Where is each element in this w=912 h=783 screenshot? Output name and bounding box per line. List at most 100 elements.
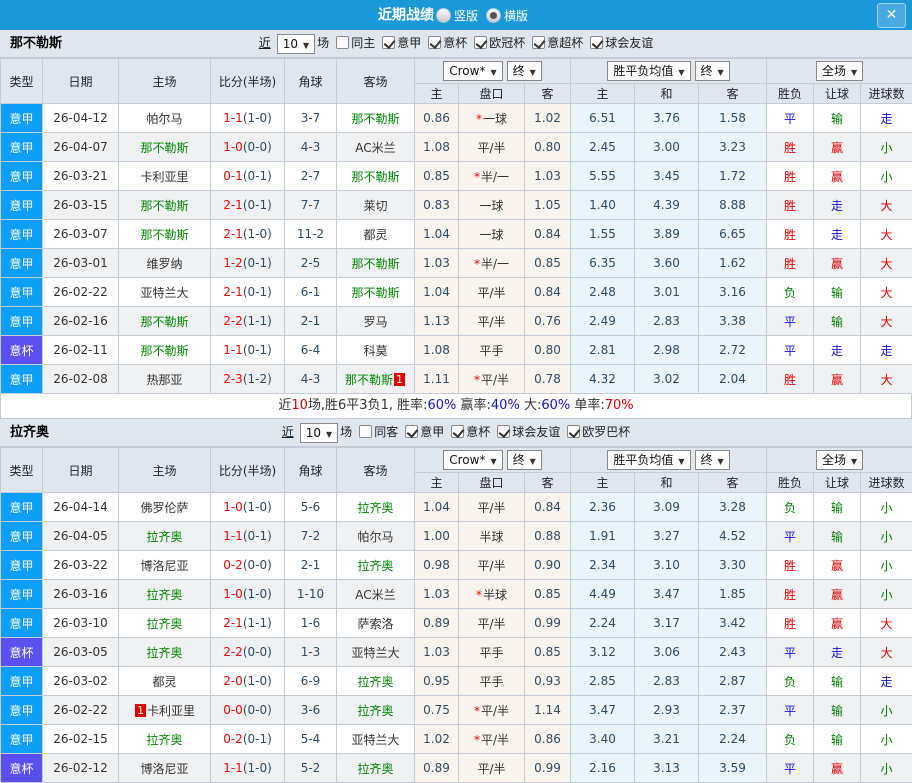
halftime-score: (0-1) [243, 529, 272, 543]
corner-cell: 5-4 [285, 725, 337, 754]
competition-checkbox[interactable] [382, 36, 395, 49]
handicap-star: * [474, 257, 480, 271]
avg-group-header: 胜平负均值▼终▼ [571, 448, 767, 473]
avg-home-cell: 1.55 [571, 220, 635, 249]
away-team-name: 亚特兰大 [351, 646, 399, 660]
dropdown-arrow-icon: ▼ [490, 457, 496, 466]
result-wdl-cell: 胜 [767, 580, 814, 609]
competition-checkbox[interactable] [451, 425, 464, 438]
away-odds-cell: 0.85 [525, 638, 571, 667]
corner-cell: 5-2 [285, 754, 337, 783]
competition-checkbox[interactable] [590, 36, 603, 49]
home-odds-cell: 0.86 [415, 104, 459, 133]
avg-odds-select[interactable]: 胜平负均值▼ [607, 61, 690, 81]
corner-cell: 1-10 [285, 580, 337, 609]
result-goals-cell: 小 [861, 522, 912, 551]
match-row: 意杯26-02-11那不勒斯1-1(0-1)6-4科莫1.08平手0.802.8… [1, 336, 912, 365]
home-odds-cell: 1.03 [415, 638, 459, 667]
competition-checkbox[interactable] [474, 36, 487, 49]
sub-header-5: 客 [699, 473, 767, 493]
result-handicap-cell: 输 [814, 522, 861, 551]
score-cell: 2-1(1-1) [211, 609, 285, 638]
avg-draw-cell: 3.01 [635, 278, 699, 307]
home-team-name: 亚特兰大 [140, 286, 188, 300]
match-row: 意甲26-03-21卡利亚里0-1(0-1)2-7那不勒斯0.85*半/一1.0… [1, 162, 912, 191]
odds-company-select[interactable]: Crow*▼ [443, 61, 502, 81]
select-value: 终 [701, 64, 713, 78]
summary-segment: 单率: [570, 398, 605, 413]
home-team-cell: 亚特兰大 [119, 278, 211, 307]
fulltime-group-header: 全场▼ [767, 448, 912, 473]
away-odds-cell: 0.85 [525, 249, 571, 278]
home-team-cell: 1卡利亚里 [119, 696, 211, 725]
handicap-cell: 平/半 [459, 278, 525, 307]
avg-away-cell: 3.23 [699, 133, 767, 162]
avg-final-select[interactable]: 终▼ [695, 450, 730, 470]
away-team-cell: 拉齐奥 [337, 551, 415, 580]
result-goals-cell: 走 [861, 104, 912, 133]
result-handicap-cell: 赢 [814, 133, 861, 162]
sub-header-1: 盘口 [459, 473, 525, 493]
matches-unit-label: 场 [317, 36, 329, 50]
away-team-cell: AC米兰 [337, 580, 415, 609]
home-odds-cell: 1.03 [415, 249, 459, 278]
away-team-name: 拉齐奥 [357, 762, 393, 776]
dropdown-arrow-icon: ▼ [851, 68, 857, 77]
competition-cell: 意甲 [1, 307, 43, 336]
match-count-select[interactable]: 10▼ [277, 34, 315, 54]
vertical-view-radio[interactable] [436, 8, 451, 23]
handicap-name: 平/半 [477, 315, 505, 329]
odds-company-select[interactable]: Crow*▼ [443, 450, 502, 470]
close-button[interactable]: ✕ [877, 3, 906, 28]
avg-away-cell: 4.52 [699, 522, 767, 551]
match-row: 意杯26-03-05拉齐奥2-2(0-0)1-3亚特兰大1.03平手0.853.… [1, 638, 912, 667]
avg-draw-cell: 3.27 [635, 522, 699, 551]
same-venue-checkbox[interactable] [359, 425, 372, 438]
handicap-cell: 平手 [459, 336, 525, 365]
away-team-name: AC米兰 [355, 588, 395, 602]
recent-count-link[interactable]: 近 [282, 425, 294, 439]
avg-away-cell: 2.37 [699, 696, 767, 725]
home-odds-cell: 0.85 [415, 162, 459, 191]
odds-final-select[interactable]: 终▼ [507, 450, 542, 470]
horizontal-view-radio[interactable] [486, 8, 501, 23]
fulltime-score: 1-1 [223, 343, 243, 357]
odds-final-select[interactable]: 终▼ [507, 61, 542, 81]
same-venue-checkbox[interactable] [336, 36, 349, 49]
avg-final-select[interactable]: 终▼ [695, 61, 730, 81]
date-cell: 26-03-05 [43, 638, 119, 667]
result-wdl-cell: 平 [767, 336, 814, 365]
home-team-name: 那不勒斯 [140, 315, 188, 329]
competition-label: 意甲 [397, 36, 421, 50]
result-handicap-cell: 输 [814, 725, 861, 754]
home-odds-cell: 0.98 [415, 551, 459, 580]
match-count-select[interactable]: 10▼ [300, 423, 338, 443]
match-row: 意甲26-03-16拉齐奥1-0(1-0)1-10AC米兰1.03*半球0.85… [1, 580, 912, 609]
competition-checkbox[interactable] [405, 425, 418, 438]
avg-odds-select[interactable]: 胜平负均值▼ [607, 450, 690, 470]
home-team-cell: 博洛尼亚 [119, 754, 211, 783]
result-wdl-cell: 负 [767, 667, 814, 696]
recent-count-link[interactable]: 近 [259, 36, 271, 50]
avg-draw-cell: 3.47 [635, 580, 699, 609]
away-team-cell: 那不勒斯 [337, 162, 415, 191]
away-odds-cell: 0.80 [525, 133, 571, 162]
away-odds-cell: 0.84 [525, 220, 571, 249]
date-cell: 26-03-22 [43, 551, 119, 580]
competition-checkbox[interactable] [567, 425, 580, 438]
fulltime-score: 2-2 [223, 645, 243, 659]
result-handicap-cell: 走 [814, 336, 861, 365]
home-team-cell: 那不勒斯 [119, 307, 211, 336]
competition-checkbox[interactable] [497, 425, 510, 438]
avg-away-cell: 2.24 [699, 725, 767, 754]
competition-checkbox[interactable] [532, 36, 545, 49]
handicap-name: 平/半 [477, 762, 505, 776]
away-odds-cell: 0.86 [525, 725, 571, 754]
full-match-select[interactable]: 全场▼ [816, 450, 863, 470]
full-match-select[interactable]: 全场▼ [816, 61, 863, 81]
corner-cell: 6-9 [285, 667, 337, 696]
handicap-name: 平手 [479, 675, 503, 689]
competition-checkbox[interactable] [428, 36, 441, 49]
avg-draw-cell: 3.06 [635, 638, 699, 667]
avg-away-cell: 2.43 [699, 638, 767, 667]
